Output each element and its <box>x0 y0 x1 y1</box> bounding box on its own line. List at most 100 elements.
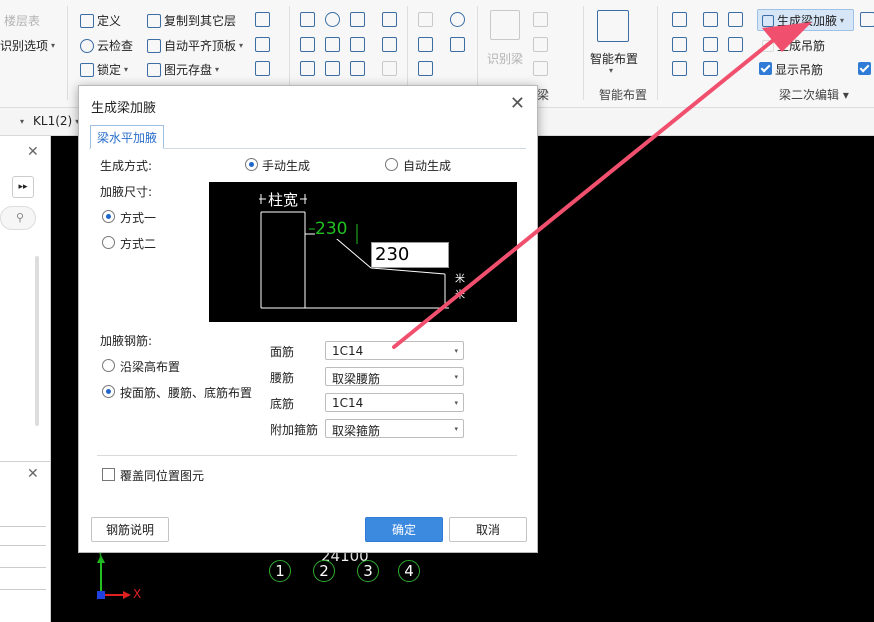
auto-generate-label: 自动生成 <box>403 159 452 173</box>
hanger-icon <box>762 39 774 52</box>
save-icon <box>147 62 161 77</box>
haunch-icon <box>762 14 774 27</box>
overwrite-label: 覆盖同位置图元 <box>120 469 205 483</box>
beam-group-label: 梁 <box>537 88 550 102</box>
align-icon <box>147 38 161 53</box>
circle-icon[interactable] <box>450 12 465 27</box>
svg-text:米: 米 <box>455 288 465 301</box>
haunch-dim2-input[interactable]: 230 <box>371 242 449 268</box>
offset-icon[interactable] <box>382 12 397 27</box>
top-rebar-select[interactable]: 1C14 ▾ <box>325 341 464 360</box>
left-panel: ✕ ▸▸ ⚲ ‹ ✕ <box>0 136 67 622</box>
smart-layout-dropdown[interactable]: ▾ <box>609 66 613 75</box>
search-input[interactable]: ⚲ <box>0 206 36 230</box>
rebar-along-height-label: 沿梁高布置 <box>120 360 181 374</box>
smart-layout-group-label: 智能布置 <box>599 88 648 102</box>
smart-layout-icon[interactable] <box>597 10 629 42</box>
overwrite-checkbox[interactable] <box>102 468 115 481</box>
cloud-check-button[interactable]: 云检查 <box>80 37 133 54</box>
beam-span-icon[interactable] <box>672 12 687 27</box>
axis-label-4: 4 <box>398 560 420 582</box>
edit-beam-icon[interactable] <box>533 37 548 52</box>
rebar-help-button[interactable]: 钢筋说明 <box>91 517 169 542</box>
delete-icon[interactable] <box>300 12 315 27</box>
property-row <box>0 526 46 546</box>
split-icon[interactable] <box>350 61 365 76</box>
expand-icon[interactable]: ▸▸ <box>12 176 34 198</box>
cancel-button[interactable]: 取消 <box>449 517 527 542</box>
rebar-by-type-radio[interactable] <box>102 385 115 398</box>
grid-icon[interactable] <box>255 61 270 76</box>
auto-align-top-button[interactable]: 自动平齐顶板 ▾ <box>147 37 243 54</box>
show-option-checkbox[interactable] <box>858 62 871 75</box>
component-dropdown[interactable]: ▾KL1(2)▾ <box>20 114 79 128</box>
haunch-size-label: 加腋尺寸: <box>100 185 153 199</box>
break-icon[interactable] <box>350 37 365 52</box>
axis-label-2: 2 <box>313 560 335 582</box>
span-copy-icon[interactable] <box>703 61 718 76</box>
beam-secondary-edit-group[interactable]: 梁二次编辑 ▾ <box>779 86 849 103</box>
tab-horizontal-haunch[interactable]: 梁水平加腋 <box>90 125 165 149</box>
bottom-rebar-select[interactable]: 1C14 ▾ <box>325 393 464 412</box>
lock-icon <box>80 62 94 77</box>
trim-icon[interactable] <box>255 12 270 27</box>
extra-stirrup-select[interactable]: 取梁箍筋 ▾ <box>325 419 464 438</box>
rectangle-icon[interactable] <box>450 37 465 52</box>
table-icon[interactable] <box>728 12 743 27</box>
show-hanger-checkbox[interactable] <box>759 62 772 75</box>
dimension-icon[interactable] <box>255 37 270 52</box>
recognize-options-button[interactable]: 识别选项 ▾ <box>0 37 55 54</box>
auto-generate-radio[interactable] <box>385 158 398 171</box>
set-arch-icon[interactable] <box>703 37 718 52</box>
manual-generate-radio[interactable] <box>245 158 258 171</box>
line-icon[interactable] <box>418 37 433 52</box>
size-option2-radio[interactable] <box>102 236 115 249</box>
identify-beam-icon[interactable] <box>490 10 520 40</box>
copy-icon <box>147 13 161 28</box>
rebar-by-type-label: 按面筋、腰筋、底筋布置 <box>120 386 253 400</box>
generate-haunch-button[interactable]: 生成梁加腋 ▾ <box>762 12 844 29</box>
close-icon[interactable]: ✕ <box>510 93 525 114</box>
generate-mode-label: 生成方式: <box>100 159 153 173</box>
axis-label-1: 1 <box>269 560 291 582</box>
lock-button[interactable]: 锁定 ▾ <box>80 61 128 78</box>
filter-icon[interactable] <box>672 61 687 76</box>
generate-hanger-button[interactable]: 生成吊筋 <box>762 37 825 54</box>
define-button[interactable]: 定义 <box>80 12 121 29</box>
element-save-button[interactable]: 图元存盘 ▾ <box>147 61 219 78</box>
point-icon[interactable] <box>418 12 433 27</box>
close-icon[interactable]: ✕ <box>27 144 39 160</box>
haunch-rebar-label: 加腋钢筋: <box>100 334 153 348</box>
move-icon[interactable] <box>300 61 315 76</box>
property-row <box>0 546 46 568</box>
size-option1-radio[interactable] <box>102 210 115 223</box>
floor-table-button[interactable]: 楼层表 <box>4 12 40 29</box>
identify-beam-button[interactable]: 识别梁 <box>487 50 523 67</box>
merge-icon[interactable] <box>325 61 340 76</box>
select-icon[interactable] <box>728 37 743 52</box>
search-icon: ⚲ <box>16 211 25 224</box>
ribbon-divider <box>67 6 68 100</box>
beam-tool-icon[interactable] <box>533 61 548 76</box>
copy-to-other-floor-button[interactable]: 复制到其它层 <box>147 12 236 29</box>
more-icon[interactable] <box>860 12 874 27</box>
ok-button[interactable]: 确定 <box>365 517 443 542</box>
smart-layout-button[interactable]: 智能布置 <box>590 50 638 67</box>
dialog-divider <box>97 455 517 456</box>
mirror-icon[interactable] <box>325 37 340 52</box>
ribbon-divider <box>657 6 658 100</box>
rebar-along-height-radio[interactable] <box>102 359 115 372</box>
check-beam-icon[interactable] <box>533 12 548 27</box>
stretch-icon[interactable] <box>382 61 397 76</box>
scrollbar[interactable] <box>35 256 39 426</box>
array-icon[interactable] <box>382 37 397 52</box>
arc-icon[interactable] <box>418 61 433 76</box>
extend-icon[interactable] <box>350 12 365 27</box>
waist-rebar-select[interactable]: 取梁腰筋 ▾ <box>325 367 464 386</box>
rotate-icon[interactable] <box>325 12 340 27</box>
origin-span-icon[interactable] <box>703 12 718 27</box>
copy-element-icon[interactable] <box>300 37 315 52</box>
set-support-icon[interactable] <box>672 37 687 52</box>
close-icon[interactable]: ✕ <box>27 466 39 482</box>
property-row <box>0 568 46 590</box>
